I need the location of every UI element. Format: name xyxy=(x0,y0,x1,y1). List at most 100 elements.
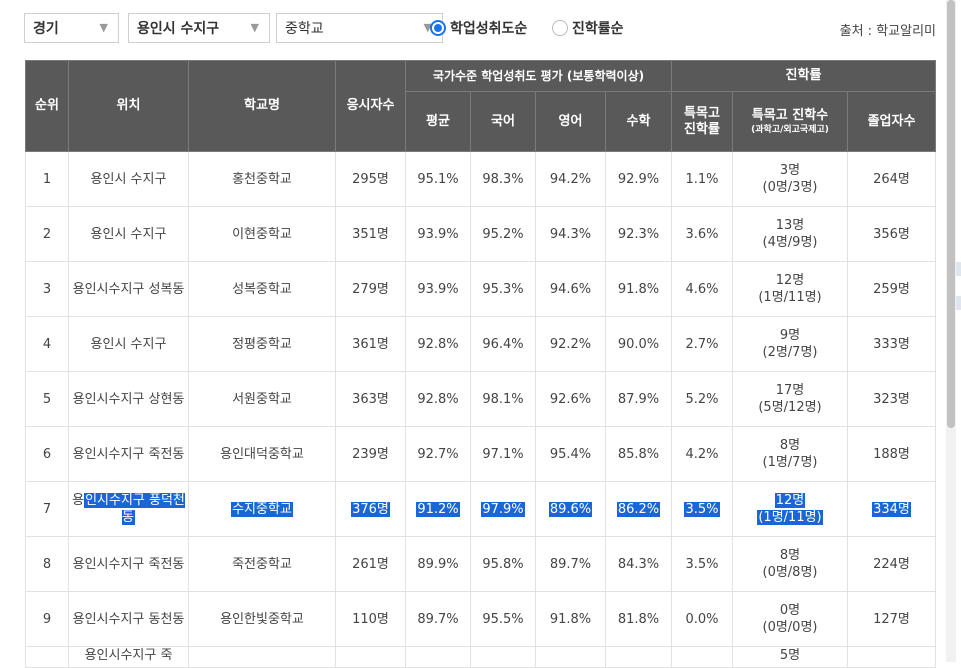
cell-location: 용인시수지구 풍덕천동 xyxy=(68,481,189,537)
avg-value: 93.9% xyxy=(417,281,459,297)
cell-math: 87.9% xyxy=(605,371,672,427)
cell-korean: 95.5% xyxy=(470,591,536,647)
table-row[interactable]: 2 용인시 수지구 이현중학교 351명 93.9% 95.2% 94.3% 92.3% 3.6… xyxy=(25,206,936,262)
cell-graduates: 333명 xyxy=(847,316,936,372)
table-row[interactable]: 1 용인시 수지구 홍천중학교 295명 95.1% 98.3% 94.2% 92.9% 1.1… xyxy=(25,151,936,207)
korean-value: 95.3% xyxy=(482,281,524,297)
district-select-value: 용인시 수지구 xyxy=(137,21,220,37)
cell-applicants xyxy=(335,646,406,668)
cell-special-rate: 4.2% xyxy=(671,426,733,482)
cell-rank: 8 xyxy=(25,536,69,592)
cell-english: 89.6% xyxy=(535,481,606,537)
cell-location: 용인시수지구 죽 xyxy=(68,646,189,668)
cell-location: 용인시수지구 성복동 xyxy=(68,261,189,317)
cell-graduates: 334명 xyxy=(847,481,936,537)
english-value: 94.3% xyxy=(549,226,592,242)
edge-marker xyxy=(956,262,961,276)
cell-english: 94.3% xyxy=(535,206,606,262)
header-location: 위치 xyxy=(68,60,189,152)
cell-graduates: 356명 xyxy=(847,206,936,262)
cell-english: 89.7% xyxy=(535,536,606,592)
cell-korean xyxy=(470,646,536,668)
special-rate-value: 3.6% xyxy=(685,226,719,242)
cell-location: 용인시 수지구 xyxy=(68,206,189,262)
special-count-detail: (0명/0명) xyxy=(762,620,818,635)
cell-english: 94.6% xyxy=(535,261,606,317)
applicants-value: 261명 xyxy=(352,556,389,572)
cell-school: 죽전중학교 xyxy=(188,536,336,592)
cell-applicants: 110명 xyxy=(335,591,406,647)
table-body: 1 용인시 수지구 홍천중학교 295명 95.1% 98.3% 94.2% 92.9% 1.1… xyxy=(25,151,936,668)
table-row[interactable]: 5 용인시수지구 상현동 서원중학교 363명 92.8% 98.1% 92.6% 87.9%… xyxy=(25,371,936,427)
school-type-select[interactable]: 중학교 ▼ xyxy=(276,13,443,43)
special-count-detail: (1명/7명) xyxy=(762,455,818,470)
cell-korean: 95.3% xyxy=(470,261,536,317)
header-special-count: 특목고 진학수 (과학고/외고국제고) xyxy=(732,91,848,152)
school-type-select-value: 중학교 xyxy=(285,21,324,37)
table-row[interactable]: 9 용인시수지구 동천동 용인한빛중학교 110명 89.7% 95.5% 91.8% 81.… xyxy=(25,591,936,647)
vertical-scrollbar[interactable] xyxy=(946,0,956,662)
math-value: 91.8% xyxy=(617,281,660,297)
avg-value: 92.7% xyxy=(417,446,459,462)
location-text: 인시수지구 풍덕천동 xyxy=(84,493,185,525)
cell-applicants: 361명 xyxy=(335,316,406,372)
location-value: 용인시수지구 성복동 xyxy=(72,281,185,297)
table-row[interactable]: 8 용인시수지구 죽전동 죽전중학교 261명 89.9% 95.8% 89.7% 84.3%… xyxy=(25,536,936,592)
cell-korean: 95.8% xyxy=(470,536,536,592)
region-select[interactable]: 경기 ▼ xyxy=(24,13,119,43)
location-value: 용인시 수지구 xyxy=(90,336,167,352)
rank-value: 8 xyxy=(42,556,52,572)
table-row[interactable]: 6 용인시수지구 죽전동 용인대덕중학교 239명 92.7% 97.1% 95.4% 85.… xyxy=(25,426,936,482)
school-value: 성복중학교 xyxy=(232,281,292,297)
cell-avg: 93.9% xyxy=(405,206,471,262)
location-value: 용인시 수지구 xyxy=(90,171,167,187)
cell-rank xyxy=(25,646,69,668)
rank-value: 3 xyxy=(42,281,52,297)
table-row[interactable]: 4 용인시 수지구 정평중학교 361명 92.8% 96.4% 92.2% 90.0% 2.7… xyxy=(25,316,936,372)
cell-location: 용인시 수지구 xyxy=(68,151,189,207)
rank-value: 2 xyxy=(42,226,52,242)
chevron-down-icon: ▼ xyxy=(99,21,108,34)
location-value: 용인시수지구 죽 xyxy=(84,648,173,663)
scrollbar-thumb[interactable] xyxy=(947,0,955,428)
cell-school: 홍천중학교 xyxy=(188,151,336,207)
cell-special-rate: 3.5% xyxy=(671,536,733,592)
cell-math: 86.2% xyxy=(605,481,672,537)
sort-radio-score[interactable]: 학업성취도순 xyxy=(430,18,527,38)
cell-special-rate: 3.5% xyxy=(671,481,733,537)
cell-graduates: 127명 xyxy=(847,591,936,647)
cell-special-rate xyxy=(671,646,733,668)
cell-math: 81.8% xyxy=(605,591,672,647)
special-count-value: 12명 xyxy=(774,493,806,508)
cell-english: 94.2% xyxy=(535,151,606,207)
table-row[interactable]: 3 용인시수지구 성복동 성복중학교 279명 93.9% 95.3% 94.6% 91.8%… xyxy=(25,261,936,317)
applicants-value: 376명 xyxy=(351,501,390,517)
cell-special-rate: 5.2% xyxy=(671,371,733,427)
rank-value: 5 xyxy=(42,391,52,407)
header-rank: 순위 xyxy=(25,60,69,152)
cell-special-rate: 4.6% xyxy=(671,261,733,317)
cell-special-rate: 1.1% xyxy=(671,151,733,207)
special-rate-value: 5.2% xyxy=(685,391,719,407)
special-count-value: 13명 xyxy=(775,218,805,233)
cell-graduates: 259명 xyxy=(847,261,936,317)
district-select[interactable]: 용인시 수지구 ▼ xyxy=(128,13,270,43)
cell-english: 95.4% xyxy=(535,426,606,482)
cell-math: 92.9% xyxy=(605,151,672,207)
cell-graduates xyxy=(847,646,936,668)
table-row[interactable]: 용인시수지구 죽 5명 xyxy=(25,646,936,668)
math-value: 87.9% xyxy=(617,391,660,407)
korean-value: 97.1% xyxy=(482,446,524,462)
school-value: 수지중학교 xyxy=(231,501,293,517)
source-text: 출처 : 학교알리미 xyxy=(839,24,936,39)
cell-graduates: 323명 xyxy=(847,371,936,427)
rank-value: 4 xyxy=(42,336,52,352)
special-count-detail: (1명/11명) xyxy=(758,290,822,305)
sort-radio-rate[interactable]: 진학률순 xyxy=(552,18,624,38)
special-count-detail: (5명/12명) xyxy=(758,400,822,415)
table-row[interactable]: 7 용인시수지구 풍덕천동 수지중학교 376명 91.2% 97.9% 89.6% 86.2… xyxy=(25,481,936,537)
cell-rank: 6 xyxy=(25,426,69,482)
math-value: 86.2% xyxy=(616,501,661,517)
header-special-rate: 특목고 진학률 xyxy=(671,91,733,152)
avg-value: 95.1% xyxy=(417,171,459,187)
